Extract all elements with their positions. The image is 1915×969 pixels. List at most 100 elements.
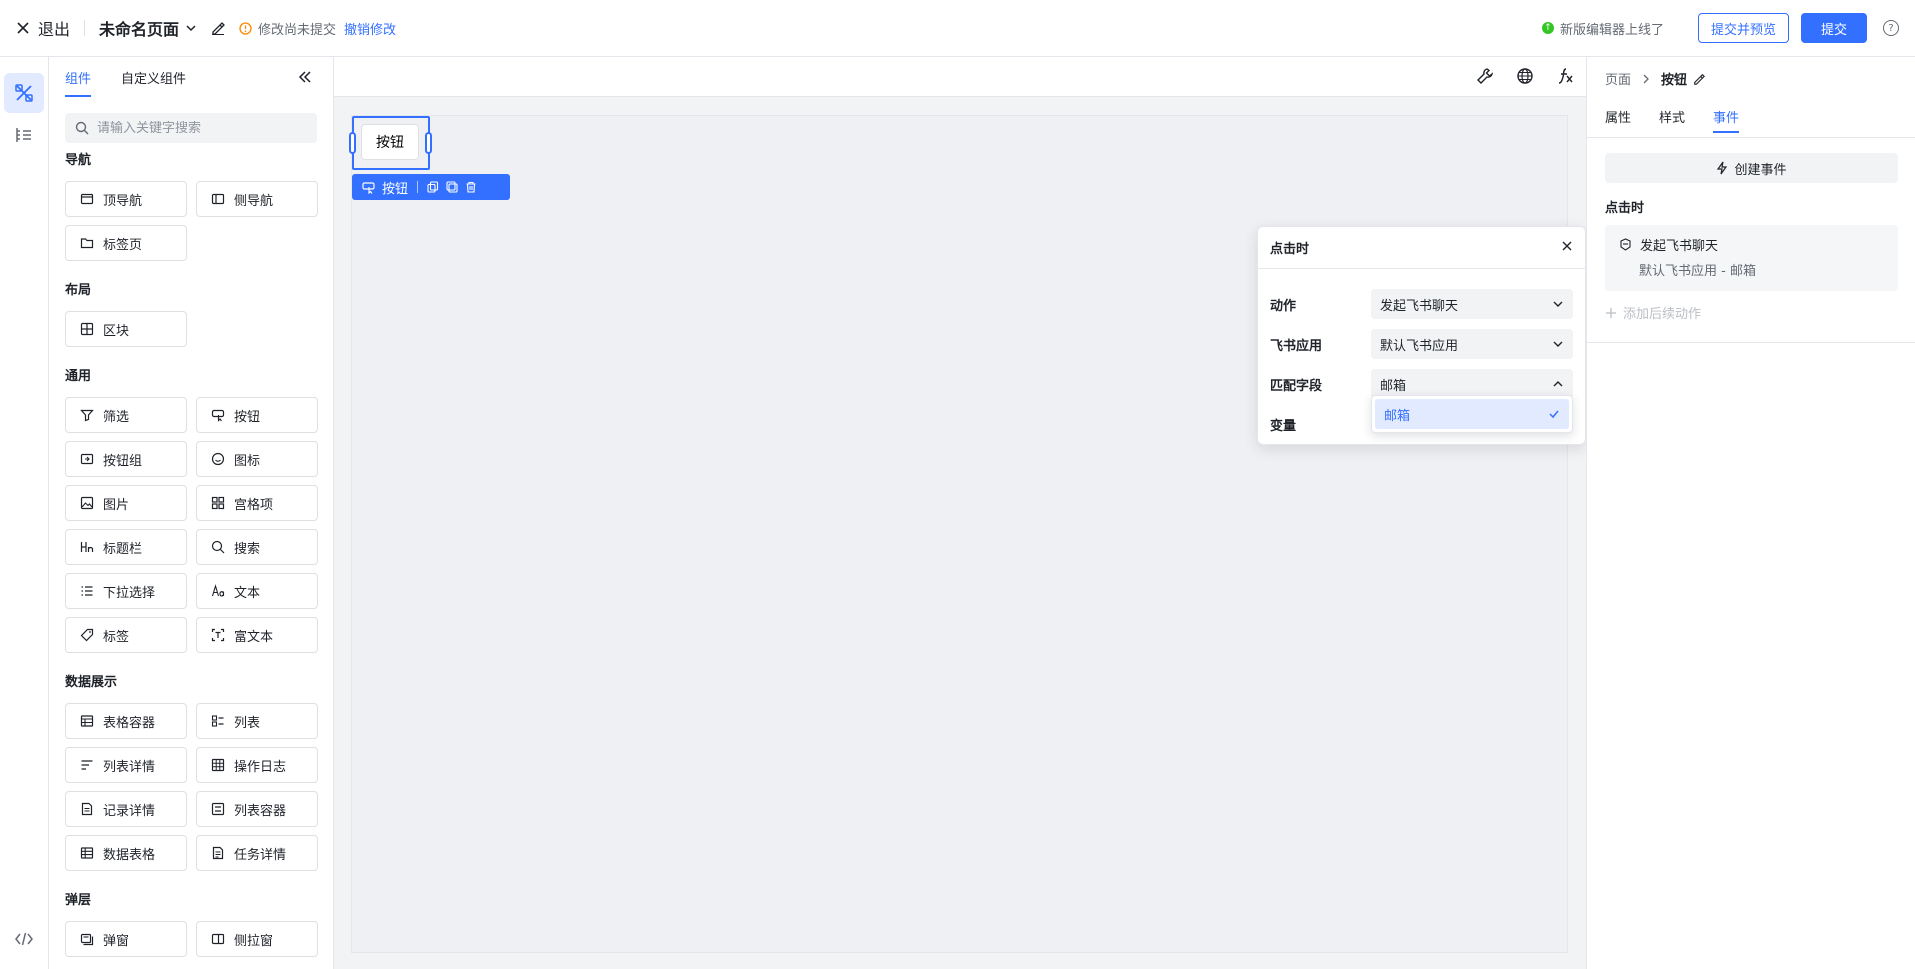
- component-item[interactable]: 搜索: [196, 529, 318, 565]
- outline-rail-button[interactable]: [4, 115, 44, 155]
- component-item[interactable]: 操作日志: [196, 747, 318, 783]
- table-icon: [80, 714, 94, 728]
- exit-button[interactable]: 退出: [16, 16, 70, 40]
- popup-close-button[interactable]: [1561, 240, 1573, 256]
- event-action-card[interactable]: 发起飞书聊天 默认飞书应用 - 邮箱: [1605, 225, 1898, 291]
- unsaved-text: 修改尚未提交: [258, 22, 337, 38]
- match-field-row-label: 匹配字段: [1270, 369, 1322, 399]
- component-item-label: 表格容器: [103, 715, 156, 731]
- match-field-label: 匹配字段: [1270, 378, 1323, 394]
- component-panel: 组件 自定义组件 导航顶导航 侧导航标签页布局区块通用筛选 按钮按钮组 图标图片 宫格项…: [49, 57, 334, 969]
- tab-components[interactable]: 组件: [65, 57, 92, 97]
- tab-events[interactable]: 事件: [1713, 99, 1740, 133]
- components-rail-button[interactable]: [4, 73, 44, 113]
- component-item[interactable]: 列表容器: [196, 791, 318, 827]
- component-item-label: 图片: [103, 497, 130, 513]
- component-item[interactable]: 任务详情: [196, 835, 318, 871]
- component-item[interactable]: 顶导航: [65, 181, 187, 217]
- breadcrumb: 页面 按钮: [1605, 69, 1705, 88]
- selection-toolbar: 按钮: [352, 174, 510, 200]
- component-item[interactable]: 侧拉窗: [196, 921, 318, 957]
- component-item[interactable]: 表格容器: [65, 703, 187, 739]
- component-item[interactable]: 标签页: [65, 225, 187, 261]
- create-event-label: 创建事件: [1734, 162, 1787, 178]
- component-item[interactable]: 列表: [196, 703, 318, 739]
- component-item[interactable]: 记录详情: [65, 791, 187, 827]
- component-group-title: 布局: [65, 283, 92, 298]
- page-title-dropdown[interactable]: 未命名页面: [99, 16, 197, 40]
- add-followup-action[interactable]: 添加后续动作: [1605, 303, 1701, 322]
- list-icon: [80, 584, 94, 598]
- component-item-label: 任务详情: [234, 847, 287, 863]
- delete-icon[interactable]: [465, 181, 477, 193]
- globe-icon[interactable]: [1516, 67, 1534, 85]
- component-item-label: 操作日志: [234, 759, 287, 775]
- event-config-popup: 点击时 动作 发起飞书聊天 飞书应用 默认飞书应用 匹配字段 邮箱 变量 邮箱: [1257, 226, 1586, 445]
- breadcrumb-page[interactable]: 页面: [1605, 69, 1631, 88]
- tab-styles[interactable]: 样式: [1659, 99, 1685, 133]
- copy-icon[interactable]: [427, 181, 439, 193]
- submit-preview-button[interactable]: 提交并预览: [1697, 13, 1789, 43]
- resize-handle-right[interactable]: [425, 132, 432, 154]
- drawer-icon: [211, 932, 225, 946]
- component-grid: 筛选 按钮 按钮组 图标图片 宫格项标题栏 搜索 下拉选择 文本 标签 富文本: [49, 385, 333, 653]
- canvas-button-component[interactable]: 按钮: [361, 124, 419, 160]
- tab-custom-components[interactable]: 自定义组件: [121, 57, 186, 97]
- component-item[interactable]: 列表详情: [65, 747, 187, 783]
- component-item[interactable]: 宫格项: [196, 485, 318, 521]
- close-icon: [1562, 241, 1572, 250]
- edit-title-button[interactable]: [211, 21, 225, 35]
- component-item-label: 数据表格: [103, 847, 156, 863]
- lightning-icon: [1717, 161, 1728, 175]
- component-item[interactable]: 图片: [65, 485, 187, 521]
- code-rail-button[interactable]: [4, 919, 44, 959]
- component-item[interactable]: 下拉选择: [65, 573, 187, 609]
- component-item[interactable]: 图标: [196, 441, 318, 477]
- warning-icon: [239, 21, 252, 35]
- component-item[interactable]: 按钮: [196, 397, 318, 433]
- create-event-button[interactable]: 创建事件: [1605, 153, 1898, 183]
- text-icon: [211, 584, 225, 598]
- grid-block-icon: [80, 322, 94, 336]
- component-item-label: 列表: [234, 715, 261, 731]
- collapse-panel-button[interactable]: [297, 69, 313, 89]
- new-editor-text: 新版编辑器上线了: [1559, 22, 1664, 38]
- component-item[interactable]: 富文本: [196, 617, 318, 653]
- edit-icon: [212, 22, 225, 35]
- edit-icon[interactable]: [1693, 73, 1705, 85]
- action-select[interactable]: 发起飞书聊天: [1371, 289, 1573, 319]
- resize-handle-left[interactable]: [349, 132, 356, 154]
- component-item[interactable]: 数据表格: [65, 835, 187, 871]
- formula-icon[interactable]: [1556, 67, 1574, 85]
- component-item[interactable]: 区块: [65, 311, 187, 347]
- tab-attributes[interactable]: 属性: [1605, 99, 1631, 133]
- header-actions: ↑ 新版编辑器上线了 提交并预览 提交 ?: [1541, 13, 1899, 43]
- duplicate-icon[interactable]: [446, 181, 458, 193]
- component-item[interactable]: 标题栏: [65, 529, 187, 565]
- match-field-dropdown: 邮箱: [1371, 395, 1573, 433]
- match-field-select-value: 邮箱: [1380, 378, 1407, 394]
- component-grid: 区块: [49, 299, 333, 347]
- component-search-input[interactable]: [97, 120, 297, 136]
- dropdown-option-email[interactable]: 邮箱: [1375, 399, 1569, 429]
- component-item[interactable]: 筛选: [65, 397, 187, 433]
- component-group-title: 通用: [65, 369, 92, 384]
- component-item[interactable]: 标签: [65, 617, 187, 653]
- component-item[interactable]: 弹窗: [65, 921, 187, 957]
- help-icon[interactable]: ?: [1883, 20, 1899, 36]
- new-editor-notice[interactable]: ↑ 新版编辑器上线了: [1541, 19, 1664, 38]
- component-search[interactable]: [65, 113, 317, 143]
- undo-changes-link[interactable]: 撤销修改: [344, 19, 396, 38]
- component-item[interactable]: 侧导航: [196, 181, 318, 217]
- component-item-label: 标题栏: [103, 541, 143, 557]
- component-item[interactable]: 文本: [196, 573, 318, 609]
- component-group-title: 导航: [65, 153, 92, 168]
- component-item-label: 侧拉窗: [234, 933, 274, 949]
- component-item[interactable]: 按钮组: [65, 441, 187, 477]
- submit-button[interactable]: 提交: [1800, 13, 1867, 43]
- component-group-title: 数据展示: [65, 675, 118, 690]
- wrench-icon[interactable]: [1476, 67, 1494, 85]
- lark-app-select[interactable]: 默认飞书应用: [1371, 329, 1573, 359]
- component-panel-tabs: 组件 自定义组件: [49, 57, 333, 97]
- button-icon: [362, 181, 375, 194]
